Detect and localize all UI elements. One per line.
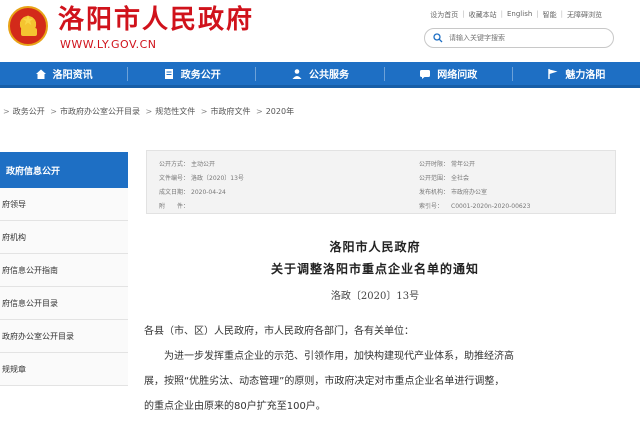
sidebar-item-regulations[interactable]: 规规章 bbox=[0, 353, 128, 386]
nav-item-public-service[interactable]: 公共服务 bbox=[256, 62, 383, 85]
search-box[interactable] bbox=[424, 28, 614, 48]
people-icon bbox=[292, 68, 302, 79]
breadcrumb: > 政务公开 > 市政府办公室公开目录 > 规范性文件 > 市政府文件 >2020年 bbox=[3, 107, 295, 116]
search-icon[interactable] bbox=[433, 33, 443, 43]
home-icon bbox=[35, 69, 46, 79]
breadcrumb-item[interactable]: 市政府办公室公开目录 bbox=[60, 107, 140, 116]
nav-label: 洛阳资讯 bbox=[52, 70, 93, 81]
chat-icon bbox=[420, 69, 431, 79]
link-set-homepage[interactable]: 设为首页 bbox=[430, 10, 458, 20]
sidebar-item-disclosure-catalog[interactable]: 府信息公开目录 bbox=[0, 287, 128, 320]
site-header: ★ 洛阳市人民政府 WWW.LY.GOV.CN 设为首页 | 收藏本站 | Engl… bbox=[0, 0, 640, 58]
breadcrumb-item[interactable]: 市政府文件 bbox=[210, 107, 250, 116]
site-title[interactable]: 洛阳市人民政府 bbox=[58, 4, 254, 36]
sidebar-item-office-catalog[interactable]: 政府办公室公开目录 bbox=[0, 320, 128, 353]
top-links: 设为首页 | 收藏本站 | English | 智能 | 无障碍浏览 bbox=[430, 10, 602, 20]
national-emblem-icon: ★ bbox=[8, 6, 48, 46]
link-english[interactable]: English bbox=[507, 10, 532, 20]
meta-row: 公开方式： 主动公开 bbox=[159, 161, 216, 168]
main-nav: 洛阳资讯 政务公开 公共服务 网络问政 魅力洛阳 bbox=[0, 62, 640, 88]
sidebar-heading[interactable]: 政府信息公开 bbox=[0, 152, 128, 188]
document-issuer-title: 洛阳市人民政府 bbox=[329, 240, 421, 254]
nav-item-gov-affairs[interactable]: 政务公开 bbox=[128, 62, 255, 85]
document-paragraph: 为进一步发挥重点企业的示范、引领作用，加快构建现代产业体系，助推经济高 bbox=[144, 351, 514, 362]
document-meta-panel: 公开方式： 主动公开 文件编号： 洛政〔2020〕13号 成文日期： 2020-04-… bbox=[146, 150, 616, 214]
nav-label: 网络问政 bbox=[437, 70, 478, 81]
meta-row: 附 件： bbox=[159, 203, 190, 210]
document-paragraph: 的重点企业由原来的80户扩充至100户。 bbox=[144, 401, 326, 412]
nav-item-news[interactable]: 洛阳资讯 bbox=[0, 62, 127, 85]
sidebar-item-disclosure-guide[interactable]: 府信息公开指南 bbox=[0, 254, 128, 287]
meta-row: 公开范围： 全社会 bbox=[419, 175, 470, 182]
meta-row: 文件编号： 洛政〔2020〕13号 bbox=[159, 175, 244, 182]
meta-row: 公开时限： 常年公开 bbox=[419, 161, 476, 168]
document-number: 洛政〔2020〕13号 bbox=[330, 291, 420, 302]
link-accessibility[interactable]: 无障碍浏览 bbox=[567, 10, 602, 20]
document-title: 关于调整洛阳市重点企业名单的通知 bbox=[270, 262, 479, 276]
nav-label: 魅力洛阳 bbox=[565, 70, 606, 81]
main-content: 公开方式： 主动公开 文件编号： 洛政〔2020〕13号 成文日期： 2020-04-… bbox=[140, 150, 640, 427]
sidebar-item-leaders[interactable]: 府领导 bbox=[0, 188, 128, 221]
document-paragraph: 各县（市、区）人民政府，市人民政府各部门，各有关单位： bbox=[144, 326, 414, 337]
search-input[interactable] bbox=[449, 31, 609, 45]
site-url: WWW.LY.GOV.CN bbox=[60, 38, 157, 51]
link-bookmark[interactable]: 收藏本站 bbox=[469, 10, 497, 20]
document-icon bbox=[164, 68, 173, 79]
nav-item-charm-luoyang[interactable]: 魅力洛阳 bbox=[513, 62, 640, 85]
breadcrumb-item[interactable]: 2020年 bbox=[266, 107, 294, 116]
nav-label: 公共服务 bbox=[309, 70, 349, 81]
meta-row: 发布机构： 市政府办公室 bbox=[419, 189, 488, 196]
nav-label: 政务公开 bbox=[180, 70, 221, 81]
document-paragraph: 展，按照“优胜劣汰、动态管理”的原则，市政府决定对市重点企业名单进行调整， bbox=[144, 376, 505, 387]
link-smart[interactable]: 智能 bbox=[543, 10, 557, 20]
meta-row: 索引号： C0001-2020n-2020-00623 bbox=[419, 203, 531, 210]
breadcrumb-item[interactable]: 规范性文件 bbox=[155, 107, 195, 116]
meta-row: 成文日期： 2020-04-24 bbox=[159, 189, 226, 196]
nav-item-online-inquiry[interactable]: 网络问政 bbox=[385, 62, 512, 85]
flag-icon bbox=[548, 68, 558, 79]
breadcrumb-item[interactable]: 政务公开 bbox=[13, 107, 45, 116]
sidebar-item-agencies[interactable]: 府机构 bbox=[0, 221, 128, 254]
sidebar: 政府信息公开 府领导 府机构 府信息公开指南 府信息公开目录 政府办公室公开目录… bbox=[0, 152, 128, 427]
